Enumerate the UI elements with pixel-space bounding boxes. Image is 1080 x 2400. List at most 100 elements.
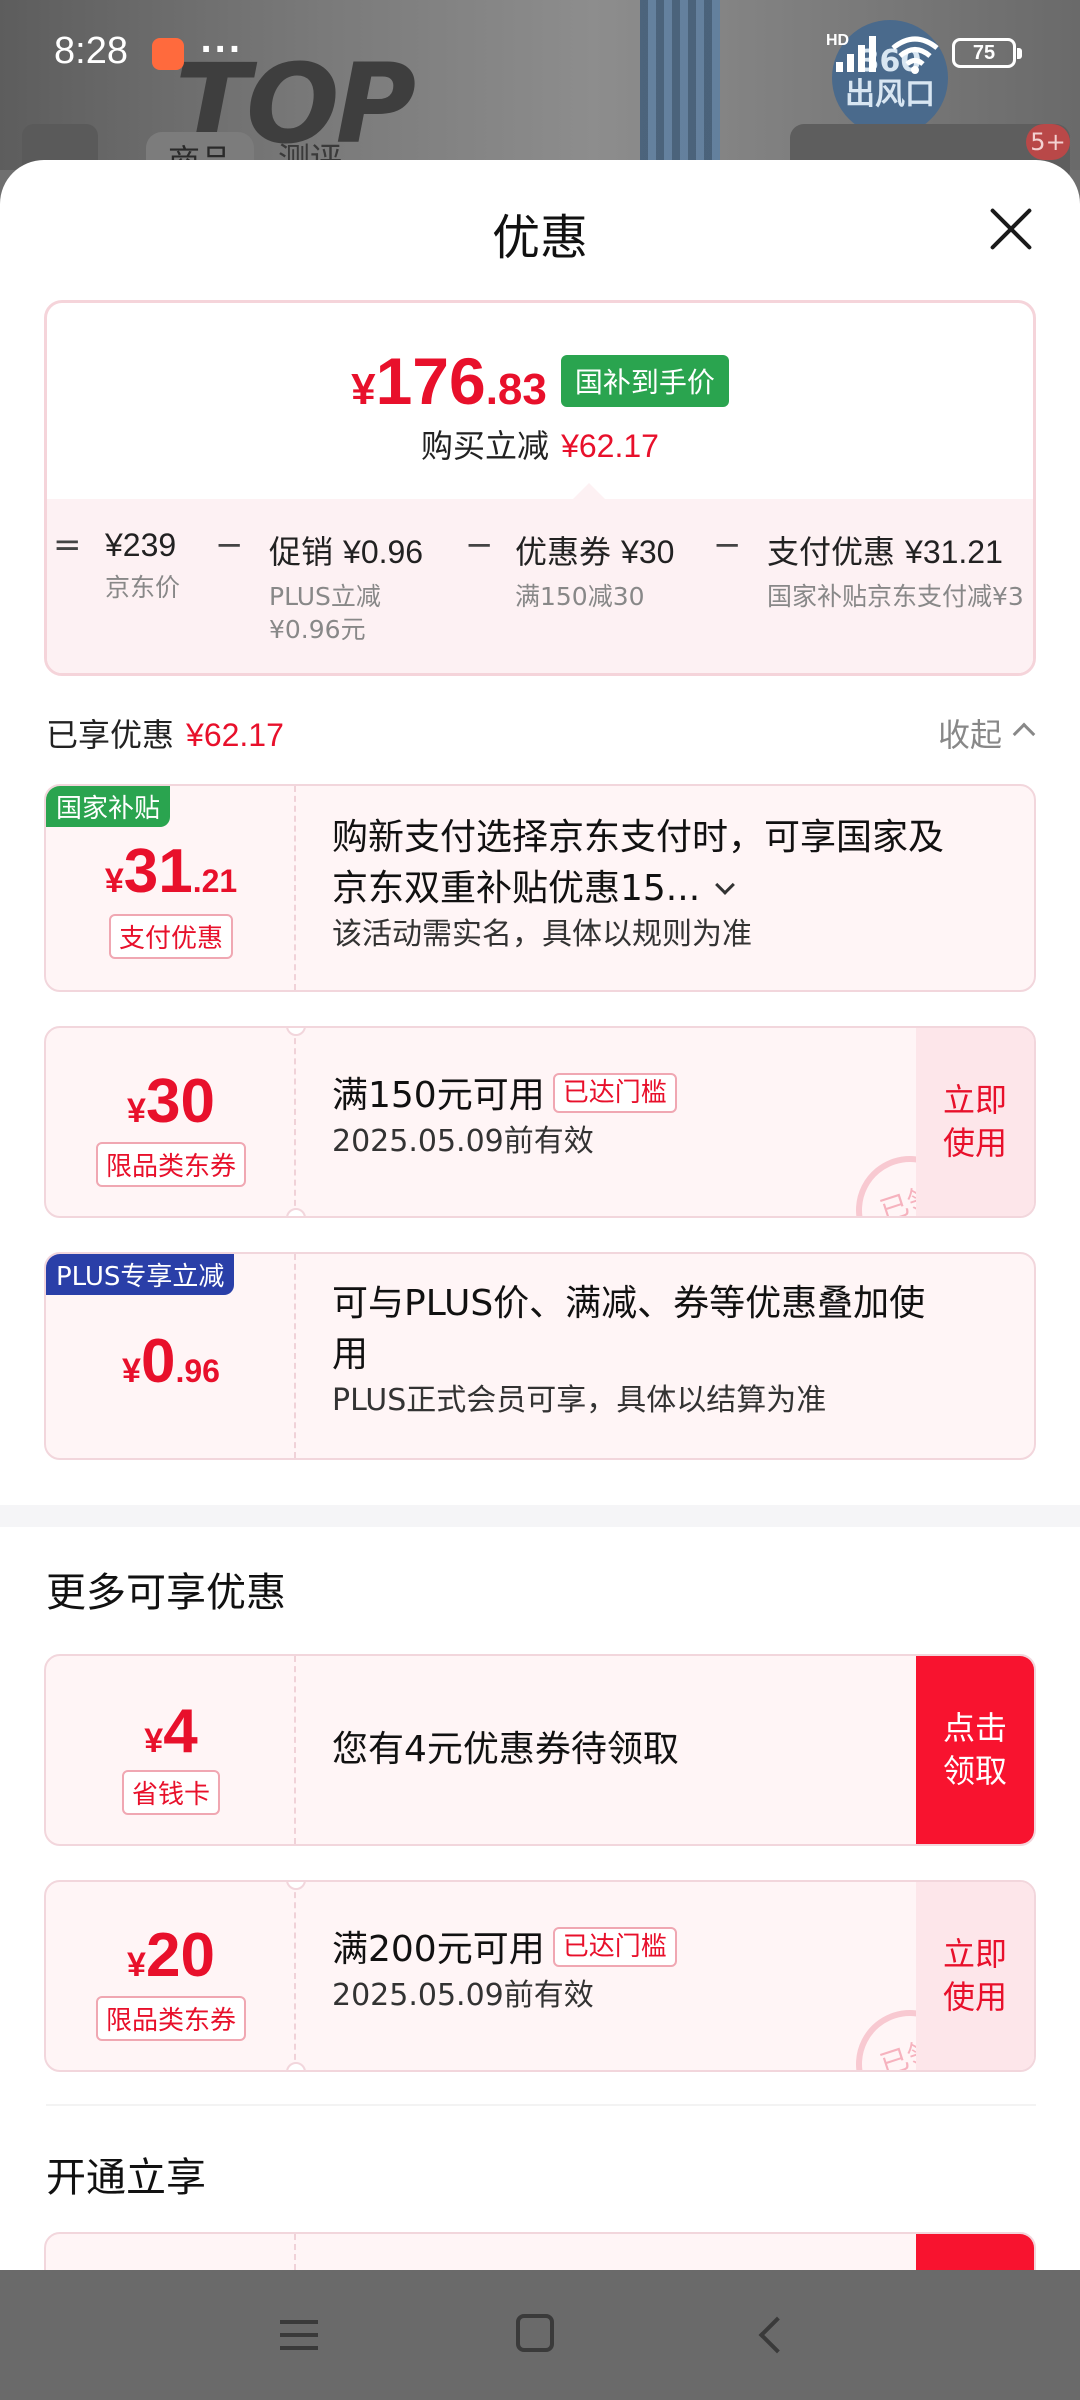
coupon-notch	[286, 2062, 306, 2070]
use-now-button[interactable]: 立即使用	[916, 1028, 1034, 1216]
section-divider	[0, 1505, 1080, 1527]
threshold-badge: 已达门槛	[552, 1073, 677, 1114]
chevron-right-icon[interactable]	[1026, 1346, 1034, 1370]
coupon-card-partial[interactable]	[44, 2232, 1036, 2270]
battery-icon: 75	[952, 38, 1022, 68]
signal-icon	[836, 36, 876, 72]
threshold-badge: 已达门槛	[552, 1927, 677, 1968]
open-button[interactable]	[916, 2234, 1034, 2270]
coupon-card-20[interactable]: ¥20 限品类东券 满200元可用 已达门槛 2025.05.09前有效 已领 立…	[44, 1880, 1036, 2072]
coupon-card-30[interactable]: ¥30 限品类东券 满150元可用 已达门槛 2025.05.09前有效 已领 立…	[44, 1026, 1036, 1218]
price-integer: 176	[375, 344, 486, 418]
use-now-button[interactable]: 立即使用	[916, 1882, 1034, 2070]
section-divider	[46, 2104, 1036, 2106]
system-nav-bar	[0, 2270, 1080, 2400]
minus-sign: −	[713, 525, 742, 565]
cart-count-badge: 5+	[1026, 124, 1070, 160]
coupon-title: 可与PLUS价、满减、券等优惠叠加使用	[332, 1283, 926, 1376]
coupon-left	[46, 2234, 296, 2270]
minus-sign: −	[465, 525, 494, 565]
enjoyed-amount: ¥62.17	[186, 717, 284, 753]
coupon-body: 满150元可用 已达门槛 2025.05.09前有效	[332, 1070, 892, 1163]
close-icon[interactable]	[985, 204, 1035, 254]
breakdown-note: PLUS立减 ¥0.96元	[269, 582, 381, 644]
coupon-title: 您有4元优惠券待领取	[332, 1729, 679, 1770]
coupon-amount-symbol: ¥	[127, 1092, 146, 1130]
coupon-type-tag: 限品类东券	[95, 1996, 247, 2041]
enjoyed-label: 已享优惠	[46, 716, 175, 754]
coupon-amount-symbol: ¥	[144, 1722, 164, 1760]
price-decimal: .83	[485, 365, 547, 414]
instant-discount-amount: ¥62.17	[561, 428, 659, 464]
coupon-amount-integer: 20	[145, 1921, 215, 1990]
subsidy-price-tag: 国补到手价	[560, 355, 729, 407]
coupon-amount: ¥20	[46, 1920, 296, 1991]
discount-sheet: 优惠 ¥ 176 .83 国补到手价 购买立减 ¥62.17 = ¥239 京东价	[0, 160, 1080, 2270]
coupon-title-text: 满200元可用	[332, 1929, 545, 1970]
coupon-amount-symbol: ¥	[127, 1946, 146, 1984]
chevron-up-icon	[1012, 722, 1036, 746]
price-summary: ¥ 176 .83 国补到手价 购买立减 ¥62.17 = ¥239 京东价 − …	[44, 300, 1036, 676]
open-membership-title: 开通立享	[46, 2155, 206, 2201]
coupon-title-text: 购新支付选择京东支付时，可享国家及京东双重补贴优惠15...	[332, 817, 945, 910]
breakdown-value: ¥0.96	[343, 534, 424, 570]
clock: 8:28	[54, 30, 128, 72]
coupon-body: 满200元可用 已达门槛 2025.05.09前有效	[332, 1924, 892, 2017]
app-notification-icon	[152, 38, 184, 70]
coupon-amount: ¥31.21	[46, 836, 296, 907]
instant-discount: 购买立减 ¥62.17	[47, 421, 1033, 467]
final-price: ¥ 176 .83 国补到手价	[47, 343, 1033, 419]
breakdown-note: 国家补贴京东支付减¥3	[767, 582, 1024, 611]
coupon-amount-decimal: .96	[175, 1353, 220, 1389]
breakdown-value: ¥239	[105, 527, 177, 563]
breakdown-label: 支付优惠	[767, 533, 896, 571]
coupon-amount-integer: 31	[123, 837, 193, 906]
coupon-validity: 2025.05.09前有效	[332, 1978, 594, 2014]
coupon-amount-symbol: ¥	[104, 862, 124, 900]
coupon-title-text: 满150元可用	[332, 1075, 545, 1116]
minus-sign: −	[215, 525, 244, 565]
coupon-title: 满150元可用 已达门槛	[332, 1070, 892, 1121]
coupon-validity: 2025.05.09前有效	[332, 1124, 594, 1160]
coupon-notch	[286, 1208, 306, 1216]
coupon-title: 购新支付选择京东支付时，可享国家及京东双重补贴优惠15...	[332, 812, 952, 914]
breakdown-note: 京东价	[105, 573, 181, 602]
collapse-button[interactable]: 收起	[938, 710, 1002, 756]
coupon-card-savings[interactable]: ¥4 省钱卡 您有4元优惠券待领取 点击领取	[44, 1654, 1036, 1846]
coupon-amount-integer: 4	[163, 1697, 198, 1766]
subsidy-corner-tag: 国家补贴	[46, 786, 171, 827]
coupon-type-tag: 省钱卡	[121, 1770, 221, 1815]
coupon-card-subsidy[interactable]: 国家补贴 ¥31.21 支付优惠 购新支付选择京东支付时，可享国家及京东双重补贴…	[44, 784, 1036, 992]
breakdown-coupon: 优惠券 ¥30 满150减30	[515, 527, 674, 614]
chevron-down-icon[interactable]	[714, 875, 735, 896]
breakdown-label: 促销	[269, 533, 334, 571]
more-discounts-title: 更多可享优惠	[46, 1570, 286, 1616]
coupon-body: 您有4元优惠券待领取	[332, 1724, 952, 1775]
recent-apps-icon[interactable]	[280, 2320, 318, 2350]
price-symbol: ¥	[351, 365, 376, 414]
chevron-right-icon[interactable]	[1026, 878, 1034, 902]
back-icon[interactable]	[758, 2316, 796, 2354]
coupon-amount-integer: 0	[140, 1327, 176, 1396]
coupon-amount: ¥30	[46, 1066, 296, 1137]
coupon-card-plus[interactable]: PLUS专享立减 ¥0.96 可与PLUS价、满减、券等优惠叠加使用 PLUS正…	[44, 1252, 1036, 1460]
sheet-title: 优惠	[491, 210, 588, 266]
enjoyed-discount: 已享优惠 ¥62.17	[46, 710, 284, 756]
breakdown-jd-price: ¥239 京东价	[105, 527, 180, 605]
status-bar: 8:28 ··· HD 75	[0, 0, 1080, 110]
coupon-desc: 该活动需实名，具体以规则为准	[332, 917, 752, 953]
breakdown-value: ¥31.21	[905, 534, 1003, 570]
coupon-body: 可与PLUS价、满减、券等优惠叠加使用 PLUS正式会员可享，具体以结算为准	[332, 1278, 952, 1422]
coupon-amount-symbol: ¥	[122, 1352, 141, 1390]
coupon-amount: ¥0.96	[46, 1326, 296, 1397]
price-breakdown: = ¥239 京东价 − 促销 ¥0.96 PLUS立减 ¥0.96元 − 优惠券…	[47, 499, 1033, 673]
wifi-icon	[891, 36, 939, 74]
coupon-amount-decimal: .21	[192, 863, 238, 899]
breakdown-value: ¥30	[621, 534, 675, 570]
claim-button[interactable]: 点击领取	[916, 1656, 1034, 1844]
instant-discount-label: 购买立减	[421, 427, 550, 465]
breakdown-label: 优惠券	[515, 533, 612, 571]
home-icon[interactable]	[516, 2314, 554, 2352]
coupon-amount-integer: 30	[145, 1067, 215, 1136]
coupon-type-tag: 支付优惠	[108, 914, 234, 959]
